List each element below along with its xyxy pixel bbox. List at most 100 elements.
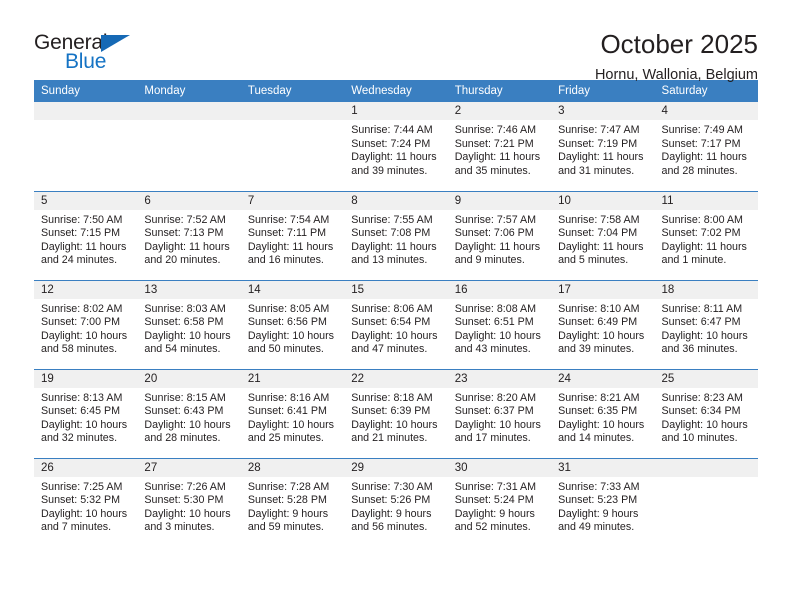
calendar-day-cell[interactable]: 5 Sunrise: 7:50 AM Sunset: 7:15 PM Daylight… bbox=[34, 190, 138, 280]
day-number: 26 bbox=[34, 458, 138, 477]
day-details: Sunrise: 8:16 AM Sunset: 6:41 PM Daylight:… bbox=[241, 388, 344, 446]
daylight-text: Daylight: 11 hours and 39 minutes. bbox=[351, 151, 437, 177]
sunrise-text: Sunrise: 8:21 AM bbox=[558, 391, 640, 404]
sunset-text: Sunset: 7:21 PM bbox=[454, 137, 534, 150]
day-number: 7 bbox=[240, 191, 345, 210]
daylight-text: Daylight: 10 hours and 25 minutes. bbox=[247, 418, 334, 445]
daylight-text: Daylight: 10 hours and 47 minutes. bbox=[351, 329, 438, 356]
day-number: 3 bbox=[551, 102, 655, 120]
calendar-day-cell[interactable]: 3 Sunrise: 7:47 AM Sunset: 7:19 PM Daylight… bbox=[551, 102, 655, 191]
sunrise-text: Sunrise: 8:23 AM bbox=[661, 391, 743, 404]
calendar-day-cell[interactable]: 22 Sunrise: 8:18 AM Sunset: 6:39 PM Dayligh… bbox=[344, 368, 448, 458]
calendar-day-cell[interactable]: 24 Sunrise: 8:21 AM Sunset: 6:35 PM Dayligh… bbox=[551, 368, 655, 458]
sunrise-text: Sunrise: 8:18 AM bbox=[351, 391, 433, 404]
calendar-day-cell[interactable]: 18 Sunrise: 8:11 AM Sunset: 6:47 PM Dayligh… bbox=[654, 279, 758, 369]
calendar-day-cell[interactable]: 19 Sunrise: 8:13 AM Sunset: 6:45 PM Dayligh… bbox=[34, 368, 138, 458]
calendar-day-cell[interactable]: 31 Sunrise: 7:33 AM Sunset: 5:23 PM Dayligh… bbox=[551, 457, 655, 547]
calendar-day-cell[interactable]: 10 Sunrise: 7:58 AM Sunset: 7:04 PM Dayligh… bbox=[551, 190, 655, 280]
day-number: 19 bbox=[34, 369, 138, 388]
sunset-text: Sunset: 5:26 PM bbox=[351, 494, 431, 507]
day-details: Sunrise: 8:02 AM Sunset: 7:00 PM Daylight:… bbox=[34, 299, 137, 357]
calendar-day-cell[interactable]: 26 Sunrise: 7:25 AM Sunset: 5:32 PM Dayligh… bbox=[34, 457, 138, 547]
calendar-day-cell[interactable]: 6 Sunrise: 7:52 AM Sunset: 7:13 PM Daylight… bbox=[137, 190, 241, 280]
day-details: Sunrise: 8:23 AM Sunset: 6:34 PM Daylight:… bbox=[655, 388, 758, 446]
calendar-day-cell[interactable]: 14 Sunrise: 8:05 AM Sunset: 6:56 PM Dayligh… bbox=[240, 279, 345, 369]
day-number: 23 bbox=[447, 369, 552, 388]
calendar-day-cell[interactable]: 2 Sunrise: 7:46 AM Sunset: 7:21 PM Daylight… bbox=[447, 102, 552, 191]
sunrise-text: Sunrise: 8:20 AM bbox=[454, 391, 537, 404]
calendar-body: 1 Sunrise: 7:44 AM Sunset: 7:24 PM Daylight… bbox=[34, 102, 758, 547]
calendar-day-cell[interactable]: 15 Sunrise: 8:06 AM Sunset: 6:54 PM Dayligh… bbox=[344, 279, 448, 369]
day-number: 30 bbox=[447, 458, 552, 477]
day-details: Sunrise: 7:55 AM Sunset: 7:08 PM Daylight:… bbox=[344, 210, 447, 268]
sunrise-text: Sunrise: 7:54 AM bbox=[247, 213, 330, 226]
sunrise-text: Sunrise: 7:58 AM bbox=[558, 213, 640, 226]
calendar-day-cell[interactable]: 16 Sunrise: 8:08 AM Sunset: 6:51 PM Dayligh… bbox=[447, 279, 552, 369]
sunset-text: Sunset: 7:24 PM bbox=[351, 137, 431, 150]
sunset-text: Sunset: 6:49 PM bbox=[558, 316, 638, 329]
day-details: Sunrise: 8:13 AM Sunset: 6:45 PM Daylight:… bbox=[34, 388, 137, 446]
title-block: October 2025 Hornu, Wallonia, Belgium bbox=[595, 30, 758, 84]
sunrise-text: Sunrise: 7:30 AM bbox=[351, 480, 433, 493]
day-details: Sunrise: 7:26 AM Sunset: 5:30 PM Daylight:… bbox=[137, 477, 240, 535]
sunrise-text: Sunrise: 8:02 AM bbox=[41, 302, 123, 315]
day-number: 5 bbox=[34, 191, 138, 210]
calendar-day-cell[interactable]: 29 Sunrise: 7:30 AM Sunset: 5:26 PM Dayligh… bbox=[344, 457, 448, 547]
calendar-day-cell[interactable]: 4 Sunrise: 7:49 AM Sunset: 7:17 PM Daylight… bbox=[654, 102, 758, 191]
calendar-day-cell[interactable]: 20 Sunrise: 8:15 AM Sunset: 6:43 PM Dayligh… bbox=[137, 368, 241, 458]
calendar-day-cell[interactable]: 28 Sunrise: 7:28 AM Sunset: 5:28 PM Dayligh… bbox=[240, 457, 345, 547]
calendar-day-cell[interactable]: 1 Sunrise: 7:44 AM Sunset: 7:24 PM Daylight… bbox=[344, 102, 448, 191]
daylight-text: Daylight: 11 hours and 31 minutes. bbox=[558, 151, 644, 177]
weekday-header-thursday: Thursday bbox=[447, 80, 552, 102]
daylight-text: Daylight: 11 hours and 9 minutes. bbox=[454, 240, 541, 267]
day-details: Sunrise: 7:28 AM Sunset: 5:28 PM Daylight:… bbox=[241, 477, 344, 535]
sunrise-text: Sunrise: 8:03 AM bbox=[144, 302, 226, 315]
calendar-day-cell[interactable]: 7 Sunrise: 7:54 AM Sunset: 7:11 PM Daylight… bbox=[240, 190, 345, 280]
sunset-text: Sunset: 7:00 PM bbox=[41, 316, 121, 329]
calendar-day-cell[interactable]: 9 Sunrise: 7:57 AM Sunset: 7:06 PM Daylight… bbox=[447, 190, 552, 280]
calendar-day-cell[interactable]: 25 Sunrise: 8:23 AM Sunset: 6:34 PM Dayligh… bbox=[654, 368, 758, 458]
weekday-header-sunday: Sunday bbox=[34, 80, 138, 102]
day-details: Sunrise: 8:11 AM Sunset: 6:47 PM Daylight:… bbox=[655, 299, 758, 357]
calendar-week-row: 12 Sunrise: 8:02 AM Sunset: 7:00 PM Dayligh… bbox=[34, 279, 758, 369]
sunrise-text: Sunrise: 7:26 AM bbox=[144, 480, 226, 493]
calendar-day-cell[interactable]: 17 Sunrise: 8:10 AM Sunset: 6:49 PM Dayligh… bbox=[551, 279, 655, 369]
sunrise-text: Sunrise: 8:15 AM bbox=[144, 391, 226, 404]
day-number: 25 bbox=[654, 369, 758, 388]
daylight-text: Daylight: 9 hours and 49 minutes. bbox=[558, 507, 639, 534]
day-number: 27 bbox=[137, 458, 241, 477]
calendar-day-cell[interactable]: 12 Sunrise: 8:02 AM Sunset: 7:00 PM Dayligh… bbox=[34, 279, 138, 369]
daylight-text: Daylight: 10 hours and 7 minutes. bbox=[41, 507, 128, 534]
daylight-text: Daylight: 10 hours and 50 minutes. bbox=[247, 329, 334, 356]
calendar-day-cell[interactable]: 11 Sunrise: 8:00 AM Sunset: 7:02 PM Dayligh… bbox=[654, 190, 758, 280]
weekday-header-wednesday: Wednesday bbox=[344, 80, 448, 102]
daylight-text: Daylight: 10 hours and 43 minutes. bbox=[454, 329, 541, 356]
day-number: 15 bbox=[344, 280, 448, 299]
sunset-text: Sunset: 5:23 PM bbox=[558, 494, 638, 507]
calendar-day-cell[interactable]: 13 Sunrise: 8:03 AM Sunset: 6:58 PM Dayligh… bbox=[137, 279, 241, 369]
calendar-week-row: 1 Sunrise: 7:44 AM Sunset: 7:24 PM Daylight… bbox=[34, 102, 758, 191]
sunset-text: Sunset: 5:24 PM bbox=[454, 494, 534, 507]
day-number: 18 bbox=[654, 280, 758, 299]
calendar-day-cell-empty bbox=[137, 102, 241, 191]
calendar-day-cell[interactable]: 27 Sunrise: 7:26 AM Sunset: 5:30 PM Dayligh… bbox=[137, 457, 241, 547]
sunset-text: Sunset: 6:35 PM bbox=[558, 405, 638, 418]
calendar-day-cell-empty bbox=[654, 457, 758, 547]
day-number: 24 bbox=[551, 369, 655, 388]
calendar-day-cell[interactable]: 23 Sunrise: 8:20 AM Sunset: 6:37 PM Dayligh… bbox=[447, 368, 552, 458]
day-number bbox=[137, 102, 241, 120]
day-number bbox=[240, 102, 345, 120]
sunrise-text: Sunrise: 8:13 AM bbox=[41, 391, 123, 404]
calendar-day-cell[interactable]: 30 Sunrise: 7:31 AM Sunset: 5:24 PM Dayligh… bbox=[447, 457, 552, 547]
sunrise-text: Sunrise: 7:52 AM bbox=[144, 213, 226, 226]
calendar-page: General Blue October 2025 Hornu, Walloni… bbox=[0, 0, 792, 612]
daylight-text: Daylight: 11 hours and 35 minutes. bbox=[454, 151, 541, 177]
general-blue-logo[interactable]: General Blue bbox=[34, 30, 154, 80]
day-details: Sunrise: 8:05 AM Sunset: 6:56 PM Daylight:… bbox=[241, 299, 344, 357]
calendar-day-cell-empty bbox=[34, 102, 138, 191]
sunset-text: Sunset: 6:43 PM bbox=[144, 405, 224, 418]
day-number bbox=[654, 458, 758, 477]
daylight-text: Daylight: 11 hours and 5 minutes. bbox=[558, 240, 644, 267]
calendar-day-cell[interactable]: 21 Sunrise: 8:16 AM Sunset: 6:41 PM Dayligh… bbox=[240, 368, 345, 458]
calendar-day-cell[interactable]: 8 Sunrise: 7:55 AM Sunset: 7:08 PM Daylight… bbox=[344, 190, 448, 280]
